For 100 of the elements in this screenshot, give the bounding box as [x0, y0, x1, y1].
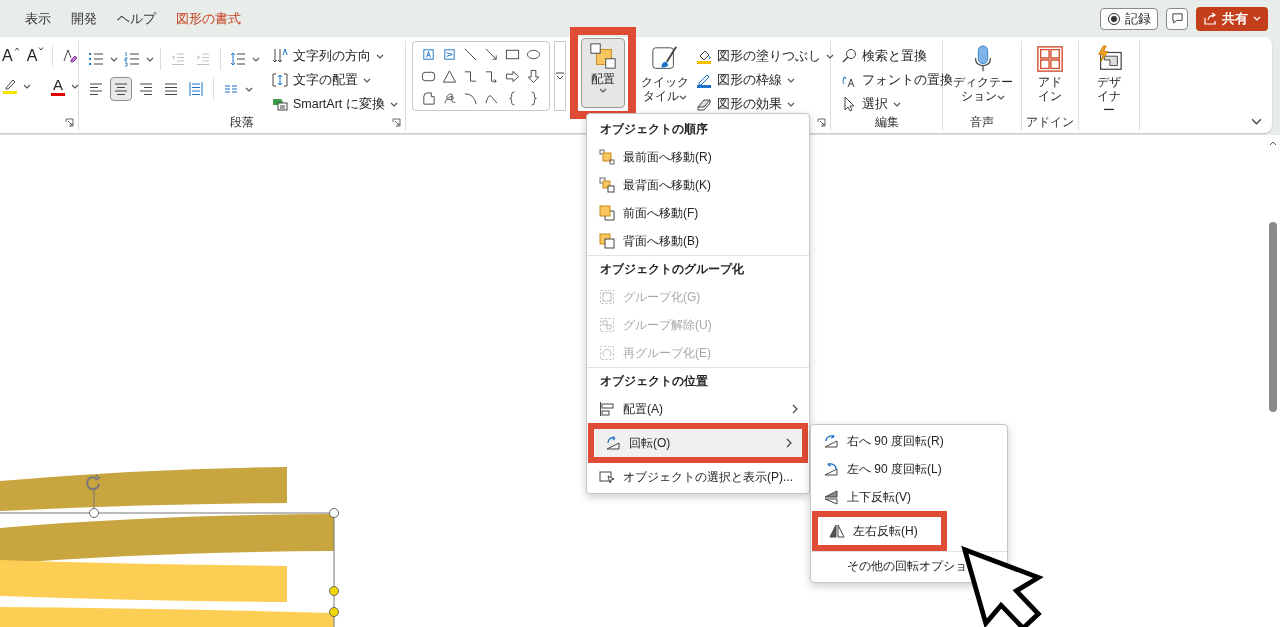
- adjust-handle[interactable]: [329, 586, 339, 596]
- select-icon: [841, 96, 857, 112]
- effects-icon: [696, 96, 712, 112]
- menu-item[interactable]: オブジェクトの選択と表示(P)...: [588, 463, 808, 491]
- direction-icon: [272, 48, 288, 64]
- scroll-up-icon[interactable]: [1269, 141, 1277, 146]
- quick-styles-button[interactable]: クイックタイル: [640, 41, 690, 111]
- caret-icon: [997, 95, 1005, 100]
- smartart-icon: [272, 96, 288, 112]
- bring-to-front-icon: [599, 149, 615, 165]
- caret-icon: [826, 53, 834, 59]
- find-icon: [841, 48, 857, 64]
- send-backward-icon: [599, 233, 615, 249]
- highlighter-icon: [3, 78, 17, 90]
- menu-section-header: オブジェクトの位置: [599, 373, 709, 390]
- grid-icon: [1036, 45, 1064, 73]
- menu-item[interactable]: 背面へ移動(B): [588, 227, 808, 255]
- shrink-font-button[interactable]: A: [24, 47, 47, 65]
- caret-icon: [787, 77, 795, 83]
- caret-icon: [110, 56, 118, 62]
- direction-button[interactable]: 文字列の方向: [272, 44, 398, 68]
- share-button[interactable]: 共有: [1196, 6, 1268, 31]
- menu-item[interactable]: 最背面へ移動(K): [588, 171, 808, 199]
- caret-icon: [389, 101, 398, 107]
- arrange-icon: [589, 42, 617, 70]
- caret-icon: [363, 77, 371, 83]
- ungroup-icon: [599, 317, 615, 333]
- caret-icon: [679, 95, 687, 100]
- bring-forward-icon: [599, 205, 615, 221]
- align-icon: [272, 72, 288, 88]
- shape-effects-button[interactable]: 図形の効果: [696, 92, 834, 116]
- shape-outline-button[interactable]: 図形の枠線: [696, 68, 834, 92]
- ribbon-tab[interactable]: 図形の書式: [168, 5, 249, 32]
- designer-icon: [1095, 45, 1123, 73]
- share-icon: [1203, 11, 1217, 26]
- scrollbar-thumb[interactable]: [1269, 222, 1277, 412]
- collapse-ribbon-icon[interactable]: [1251, 118, 1262, 125]
- group-label: 段落: [230, 113, 254, 131]
- comments-icon[interactable]: [1166, 7, 1188, 30]
- arrange-button[interactable]: 配置: [581, 38, 625, 108]
- align-center-icon[interactable]: [110, 77, 132, 101]
- rotate-icon: [605, 435, 621, 451]
- group-label: 編集: [874, 113, 899, 131]
- rotate-handle[interactable]: [86, 474, 101, 509]
- caret-icon: [38, 47, 45, 51]
- gallery-more-icon[interactable]: [554, 41, 566, 111]
- designer-button[interactable]: デザイナー: [1085, 41, 1133, 111]
- record-button[interactable]: 記録: [1100, 7, 1158, 30]
- flip-horizontal-icon: [829, 523, 845, 539]
- dialog-launcher-icon[interactable]: [392, 117, 401, 127]
- caret-icon: [1253, 16, 1261, 21]
- select-button[interactable]: 選択: [841, 92, 953, 116]
- caret-icon: [376, 53, 384, 59]
- group-label: アドイン: [1026, 113, 1074, 131]
- menu-item[interactable]: 最前面へ移動(R): [588, 143, 808, 171]
- smartart-button[interactable]: SmartArt に変換: [272, 92, 398, 116]
- rotate-left-icon: [823, 461, 839, 477]
- highlight-color-button[interactable]: [0, 78, 20, 94]
- menu-item[interactable]: 前面へ移動(F): [588, 199, 808, 227]
- align-button[interactable]: 文字の配置: [272, 68, 398, 92]
- caret-icon: [146, 56, 154, 62]
- ribbon-tab[interactable]: 表示: [17, 5, 59, 32]
- menu-item[interactable]: 上下反転(V): [812, 483, 1006, 511]
- caret-icon: [23, 83, 31, 89]
- rotate-right-icon: [823, 433, 839, 449]
- dialog-launcher-icon[interactable]: [65, 117, 74, 127]
- caret-icon: [599, 88, 607, 93]
- menu-item[interactable]: 配置(A): [588, 395, 808, 423]
- selection-pane-icon: [599, 469, 615, 485]
- resize-handle[interactable]: [329, 508, 339, 518]
- regroup-icon: [599, 345, 615, 361]
- find-button[interactable]: 検索と置換: [841, 44, 953, 68]
- group-label: 音声: [970, 113, 994, 131]
- menu-item[interactable]: 左右反転(H): [812, 511, 947, 551]
- caret-icon: [245, 86, 253, 92]
- menu-section-header: オブジェクトのグループ化: [599, 261, 745, 278]
- dialog-launcher-icon[interactable]: [817, 117, 826, 127]
- ribbon-tab[interactable]: 開発: [63, 5, 105, 32]
- add-ins-button[interactable]: アドイン: [1028, 41, 1072, 111]
- record-icon: [1107, 11, 1121, 26]
- flip-vertical-icon: [823, 489, 839, 505]
- caret-icon: [787, 101, 795, 107]
- outline-icon: [696, 72, 712, 88]
- menu-item[interactable]: 回転(O): [588, 423, 808, 463]
- resize-handle[interactable]: [89, 508, 99, 518]
- shape-fill-button[interactable]: 図形の塗りつぶし: [696, 44, 834, 68]
- replace-font-button[interactable]: フォントの置換: [841, 68, 953, 92]
- align-icon: [599, 401, 615, 417]
- caret-icon: [893, 101, 901, 107]
- caret-icon: [252, 56, 260, 62]
- menu-item[interactable]: 左へ 90 度回転(L): [812, 455, 1006, 483]
- menu-section-header: オブジェクトの順序: [599, 121, 709, 138]
- caret-icon: [71, 83, 79, 89]
- caret-up-icon: [13, 47, 20, 51]
- adjust-handle[interactable]: [329, 607, 339, 617]
- menu-item[interactable]: 右へ 90 度回転(R): [812, 427, 1006, 455]
- send-to-back-icon: [599, 177, 615, 193]
- grow-font-button[interactable]: A: [0, 47, 22, 65]
- font-color-button[interactable]: A: [48, 76, 68, 96]
- ribbon-tab[interactable]: ヘルプ: [109, 5, 164, 32]
